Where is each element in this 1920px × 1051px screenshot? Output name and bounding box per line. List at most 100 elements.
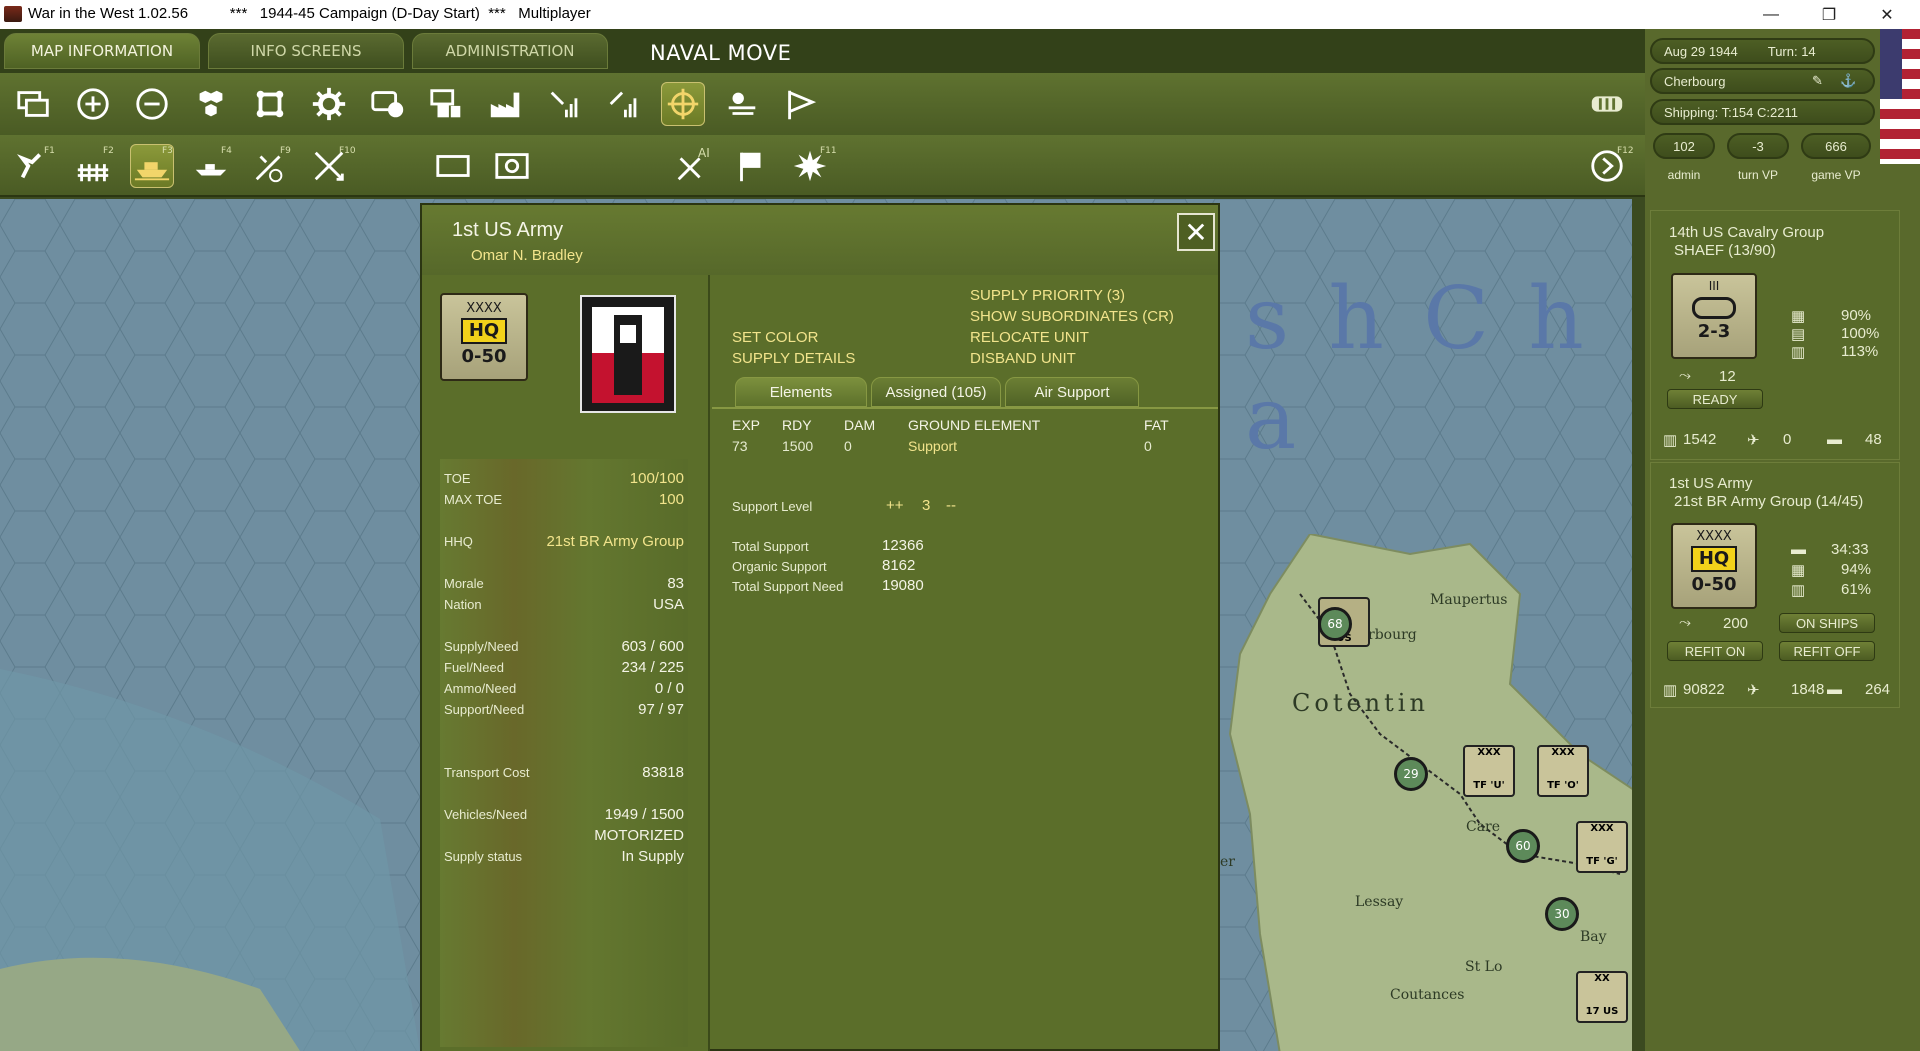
tab-map-information[interactable]: MAP INFORMATION <box>4 33 200 69</box>
zoom-out-icon[interactable] <box>130 82 174 126</box>
total-support-need-value: 19080 <box>882 577 924 594</box>
element-dam: 0 <box>844 438 852 454</box>
edit-icon[interactable]: ✎ <box>1812 73 1823 89</box>
windows-icon[interactable] <box>12 82 56 126</box>
hq-badge: HQ <box>1691 546 1737 572</box>
unit-counter-cavalry[interactable]: III 2-3 <box>1671 273 1757 359</box>
tab-elements[interactable]: Elements <box>735 377 867 407</box>
ready-button[interactable]: READY <box>1667 389 1763 409</box>
zoom-in-icon[interactable] <box>71 82 115 126</box>
hex-grid-icon[interactable] <box>189 82 233 126</box>
support-level-increase[interactable]: ++ <box>886 497 904 514</box>
map-ring-unit-1[interactable]: 68 <box>1318 607 1352 641</box>
element-name-link[interactable]: Support <box>908 438 957 454</box>
map-ring-unit-2[interactable]: 29 <box>1394 757 1428 791</box>
map-ring-unit-3[interactable]: 60 <box>1506 829 1540 863</box>
hhq-link[interactable]: 21st BR Army Group <box>546 533 684 550</box>
settings-gear-icon[interactable] <box>307 82 351 126</box>
col-fat: FAT <box>1144 417 1169 433</box>
toe-row: TOE 100/100 <box>444 470 684 487</box>
relocate-unit-link[interactable]: RELOCATE UNIT <box>970 329 1089 346</box>
fuel-need-row: Fuel/Need 234 / 225 <box>444 659 684 676</box>
tab-info-screens[interactable]: INFO SCREENS <box>208 33 404 69</box>
unit-list-icon[interactable] <box>1585 82 1629 126</box>
total-support-need-label: Total Support Need <box>732 579 844 594</box>
shipping-text: Shipping: T:154 C:2211 <box>1664 104 1798 120</box>
pct-2: 100% <box>1841 325 1880 342</box>
air-signal-icon[interactable] <box>543 82 587 126</box>
map-city-bayeux: Bay <box>1580 929 1607 945</box>
unit-stats-column: XXXX HQ 0-50 TOE 100/100 MAX TOE 100 HHQ 21… <box>422 275 710 1051</box>
cavalry-symbol-icon <box>1692 297 1736 319</box>
unit-strength: 2-3 <box>1697 321 1731 342</box>
map-city-cherbourg: rbourg <box>1368 627 1417 643</box>
hq-unit-counter[interactable]: XXXX HQ 0-50 <box>440 293 528 381</box>
flag-icon[interactable] <box>779 82 823 126</box>
tab-air-support[interactable]: Air Support <box>1005 377 1139 407</box>
tank-icon: ▬ <box>1827 431 1842 448</box>
map-unit-17-us[interactable]: XX 17 US <box>1576 971 1628 1023</box>
window-title-bar: War in the West 1.02.56 *** 1944-45 Camp… <box>0 0 1920 29</box>
supply-details-link[interactable]: SUPPLY DETAILS <box>732 350 855 367</box>
f12-key-label: F12 <box>1617 146 1634 156</box>
unit-card-cavalry[interactable]: 14th US Cavalry Group SHAEF (13/90) III … <box>1650 210 1900 460</box>
set-color-link[interactable]: SET COLOR <box>732 329 818 346</box>
game-vp-field: 666 <box>1801 133 1871 159</box>
unit-display-icon[interactable] <box>366 82 410 126</box>
factory-icon[interactable] <box>484 82 528 126</box>
col-rdy: RDY <box>782 417 812 433</box>
unit-card-1st-us-army[interactable]: 1st US Army 21st BR Army Group (14/45) X… <box>1650 462 1900 708</box>
close-dialog-button[interactable]: ✕ <box>1177 213 1215 251</box>
move-points: 200 <box>1723 615 1749 632</box>
vehicles-need-row: Vehicles/Need 1949 / 1500 <box>444 806 684 823</box>
restore-button[interactable]: ❐ <box>1800 0 1858 29</box>
tab-administration[interactable]: ADMINISTRATION <box>412 33 608 69</box>
element-exp: 73 <box>732 438 748 454</box>
commander-name[interactable]: Omar N. Bradley <box>471 247 583 264</box>
unit-strength: 0-50 <box>1691 574 1737 595</box>
tf-label: TF 'G' <box>1586 856 1618 867</box>
minimize-button[interactable]: — <box>1742 0 1800 29</box>
refit-off-button[interactable]: REFIT OFF <box>1779 641 1875 661</box>
weather-icon[interactable] <box>720 82 764 126</box>
map-ring-unit-4[interactable]: 30 <box>1545 897 1579 931</box>
frame-icon[interactable] <box>248 82 292 126</box>
support-level-decrease[interactable]: -- <box>946 497 956 514</box>
end-turn-flag-icon[interactable] <box>729 144 773 188</box>
target-planes-icon[interactable] <box>661 82 705 126</box>
anchor-icon[interactable]: ⚓ <box>1840 73 1856 89</box>
stack-display-icon[interactable] <box>425 82 469 126</box>
show-subordinates-link[interactable]: SHOW SUBORDINATES (CR) <box>970 308 1174 325</box>
locate-gear-icon[interactable] <box>490 144 534 188</box>
move-points: 12 <box>1719 368 1736 385</box>
hhq-row: HHQ 21st BR Army Group <box>444 533 684 550</box>
supply-need-row: Supply/Need 603 / 600 <box>444 638 684 655</box>
refit-on-button[interactable]: REFIT ON <box>1667 641 1763 661</box>
select-box-icon[interactable] <box>431 144 475 188</box>
ai-key-label: AI <box>698 146 710 160</box>
map-unit-tf-g[interactable]: XXX TF 'G' <box>1576 821 1628 873</box>
close-window-button[interactable]: ✕ <box>1858 0 1916 29</box>
tab-assigned[interactable]: Assigned (105) <box>871 377 1001 407</box>
nation-row: Nation USA <box>444 596 684 613</box>
location-field: Cherbourg ✎ ⚓ <box>1650 68 1875 94</box>
map-unit-tf-o[interactable]: XXX TF 'O' <box>1537 745 1589 797</box>
men-count-icon: ▥ <box>1663 432 1678 449</box>
naval-signal-icon[interactable] <box>602 82 646 126</box>
f10-key-label: F10 <box>339 146 356 156</box>
location-text: Cherbourg <box>1664 73 1726 89</box>
on-ships-button[interactable]: ON SHIPS <box>1779 613 1875 633</box>
unit-parent: 21st BR Army Group (14/45) <box>1674 493 1864 510</box>
unit-counter-hq[interactable]: XXXX HQ 0-50 <box>1671 523 1757 609</box>
unit-size: III <box>1708 279 1720 293</box>
map-unit-tf-u[interactable]: XXX TF 'U' <box>1463 745 1515 797</box>
morale-row: Morale 83 <box>444 575 684 592</box>
game-vp-value: 666 <box>1825 138 1847 154</box>
admin-points-field: 102 <box>1653 133 1715 159</box>
supply-priority-link[interactable]: SUPPLY PRIORITY (3) <box>970 287 1125 304</box>
transport-cost-row: Transport Cost 83818 <box>444 764 684 781</box>
plane-icon: ✈ <box>1747 432 1760 449</box>
map-city-lessay: Lessay <box>1355 894 1404 910</box>
ammo-need-row: Ammo/Need 0 / 0 <box>444 680 684 697</box>
disband-unit-link[interactable]: DISBAND UNIT <box>970 350 1076 367</box>
